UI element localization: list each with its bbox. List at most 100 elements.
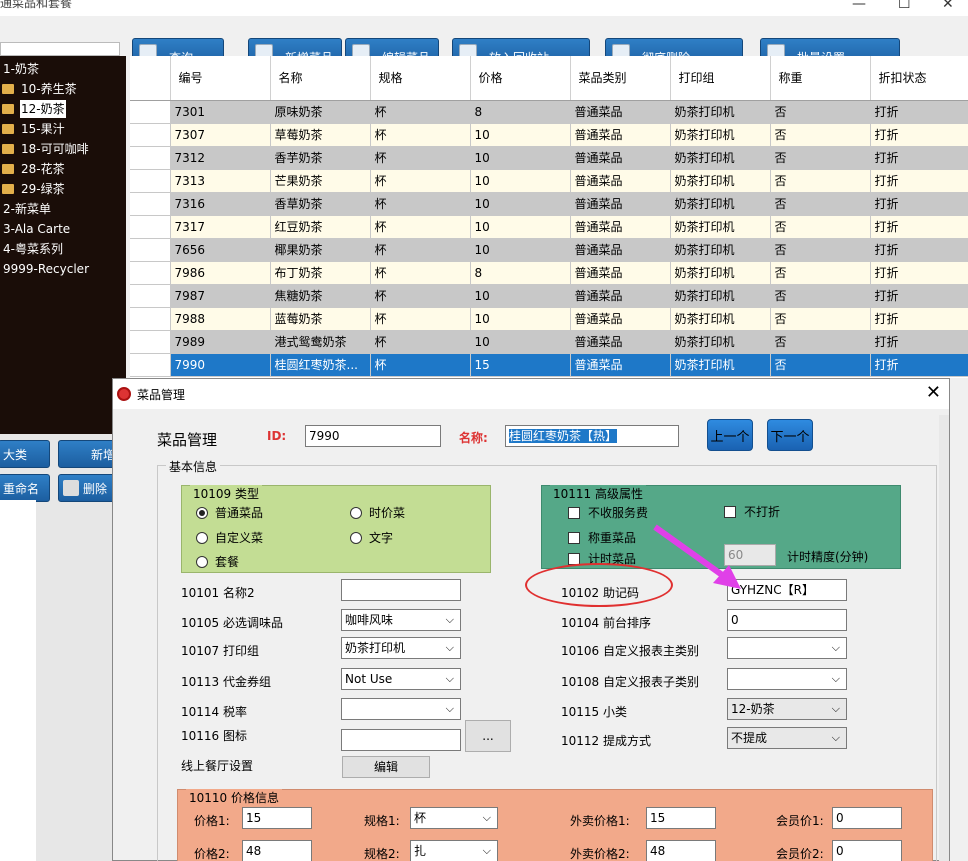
table-cell[interactable]: 草莓奶茶 [270, 123, 371, 147]
tree-item-15[interactable]: 15-果汁 [2, 120, 66, 138]
table-cell[interactable]: 打折 [870, 169, 968, 193]
batch-settings-button[interactable]: 批量设置 [760, 38, 900, 56]
table-row[interactable]: 7317 红豆奶茶杯 10 普通菜品 奶茶打印机否打折 [130, 215, 968, 239]
table-row[interactable]: 7989 港式鸳鸯奶茶杯 10 普通菜品 奶茶打印机否打折 [130, 330, 968, 354]
delete-permanently-button[interactable]: 彻底删除 [605, 38, 743, 56]
table-cell[interactable]: 普通菜品 [570, 215, 671, 239]
move-to-recycle-button[interactable]: 放入回收站 [452, 38, 590, 56]
table-cell[interactable]: 奶茶打印机 [670, 192, 771, 216]
voucher-select[interactable]: Not Use ⌵ [341, 668, 461, 690]
table-cell[interactable]: 普通菜品 [570, 192, 671, 216]
table-cell[interactable]: 蓝莓奶茶 [270, 307, 371, 331]
row-header[interactable] [130, 307, 171, 331]
row-header[interactable] [130, 123, 171, 147]
tree-item-29[interactable]: 29-绿茶 [2, 180, 66, 198]
column-header[interactable]: 折扣状态 [870, 56, 968, 101]
table-cell[interactable]: 10 [470, 238, 571, 262]
tree-item-18[interactable]: 18-可可咖啡 [2, 140, 90, 158]
table-cell[interactable]: 10 [470, 330, 571, 354]
maximize-icon[interactable]: ☐ [898, 0, 911, 12]
big-category-button[interactable]: 大类 [0, 440, 50, 468]
table-cell[interactable]: 杯 [370, 192, 471, 216]
type-combo-radio[interactable]: 套餐 [196, 553, 239, 570]
close-icon[interactable]: ✕ [926, 382, 941, 403]
table-row[interactable]: 7313 芒果奶茶杯 10 普通菜品 奶茶打印机否打折 [130, 169, 968, 193]
table-cell[interactable]: 奶茶打印机 [670, 123, 771, 147]
table-cell[interactable]: 10 [470, 146, 571, 170]
close-icon[interactable]: ✕ [942, 0, 954, 12]
seasoning-select[interactable]: 咖啡风味 ⌵ [341, 609, 461, 631]
delete-category-button[interactable]: 删除 [58, 474, 118, 502]
table-cell[interactable]: 打折 [870, 261, 968, 285]
table-cell[interactable]: 10 [470, 123, 571, 147]
table-cell[interactable]: 普通菜品 [570, 100, 671, 124]
table-cell[interactable]: 7313 [170, 169, 271, 193]
table-cell[interactable]: 桂圆红枣奶茶... [270, 353, 371, 377]
report-main-select[interactable]: ⌵ [727, 637, 847, 659]
table-cell[interactable]: 香草奶茶 [270, 192, 371, 216]
table-cell[interactable]: 否 [770, 192, 871, 216]
id-field[interactable]: 7990 [305, 425, 441, 447]
table-cell[interactable]: 打折 [870, 284, 968, 308]
tax-select[interactable]: ⌵ [341, 698, 461, 720]
column-header[interactable]: 打印组 [670, 56, 771, 101]
row-header[interactable] [130, 261, 171, 285]
table-cell[interactable]: 普通菜品 [570, 169, 671, 193]
table-cell[interactable]: 奶茶打印机 [670, 100, 771, 124]
table-cell[interactable]: 普通菜品 [570, 307, 671, 331]
search-button[interactable]: 查询 [132, 38, 224, 56]
table-cell[interactable]: 布丁奶茶 [270, 261, 371, 285]
table-cell[interactable]: 否 [770, 123, 871, 147]
row-header[interactable] [130, 330, 171, 354]
table-cell[interactable]: 否 [770, 353, 871, 377]
table-cell[interactable]: 奶茶打印机 [670, 330, 771, 354]
table-cell[interactable]: 否 [770, 307, 871, 331]
table-cell[interactable]: 否 [770, 215, 871, 239]
table-cell[interactable]: 7990 [170, 353, 271, 377]
table-cell[interactable]: 打折 [870, 100, 968, 124]
search-input[interactable] [0, 42, 120, 56]
tree-item-10[interactable]: 10-养生茶 [2, 80, 78, 98]
table-cell[interactable]: 杯 [370, 169, 471, 193]
online-edit-button[interactable]: 编辑 [342, 756, 430, 778]
table-cell[interactable]: 普通菜品 [570, 353, 671, 377]
tree-item-9999[interactable]: 9999-Recycler [2, 260, 90, 278]
takeout1-field[interactable]: 15 [646, 807, 716, 829]
table-cell[interactable]: 否 [770, 238, 871, 262]
sort-field[interactable]: 0 [727, 609, 847, 631]
name-field[interactable]: 桂圆红枣奶茶【热】 [505, 425, 679, 447]
table-cell[interactable]: 否 [770, 261, 871, 285]
table-cell[interactable]: 7987 [170, 284, 271, 308]
table-row[interactable]: 7316 香草奶茶杯 10 普通菜品 奶茶打印机否打折 [130, 192, 968, 216]
table-cell[interactable]: 打折 [870, 123, 968, 147]
table-cell[interactable]: 7307 [170, 123, 271, 147]
table-row[interactable]: 7656 椰果奶茶杯 10 普通菜品 奶茶打印机否打折 [130, 238, 968, 262]
minimize-icon[interactable]: — [852, 0, 866, 12]
table-cell[interactable]: 椰果奶茶 [270, 238, 371, 262]
table-cell[interactable]: 普通菜品 [570, 330, 671, 354]
table-cell[interactable]: 7317 [170, 215, 271, 239]
dialog-scrollbar[interactable] [939, 415, 949, 861]
table-cell[interactable]: 7316 [170, 192, 271, 216]
row-header[interactable] [130, 238, 171, 262]
table-row[interactable]: 7988 蓝莓奶茶杯 10 普通菜品 奶茶打印机否打折 [130, 307, 968, 331]
add-dish-button[interactable]: 新增菜品 [248, 38, 342, 56]
table-cell[interactable]: 普通菜品 [570, 146, 671, 170]
type-market-price-radio[interactable]: 时价菜 [350, 504, 405, 521]
table-cell[interactable]: 奶茶打印机 [670, 146, 771, 170]
table-cell[interactable]: 杯 [370, 215, 471, 239]
table-cell[interactable]: 7656 [170, 238, 271, 262]
table-cell[interactable]: 普通菜品 [570, 123, 671, 147]
subcategory-select[interactable]: 12-奶茶 ⌵ [727, 698, 847, 720]
table-cell[interactable]: 否 [770, 284, 871, 308]
table-cell[interactable]: 7986 [170, 261, 271, 285]
table-cell[interactable]: 奶茶打印机 [670, 215, 771, 239]
table-row[interactable]: ▸ 7990 桂圆红枣奶茶... 杯 15 普通菜品 奶茶打印机否打折 [130, 353, 968, 377]
member2-field[interactable]: 0 [832, 840, 902, 861]
commission-select[interactable]: 不提成 ⌵ [727, 727, 847, 749]
table-cell[interactable]: 打折 [870, 192, 968, 216]
prev-button[interactable]: 上一个 [707, 419, 753, 451]
table-cell[interactable]: 奶茶打印机 [670, 261, 771, 285]
table-cell[interactable]: 奶茶打印机 [670, 169, 771, 193]
row-header[interactable] [130, 192, 171, 216]
